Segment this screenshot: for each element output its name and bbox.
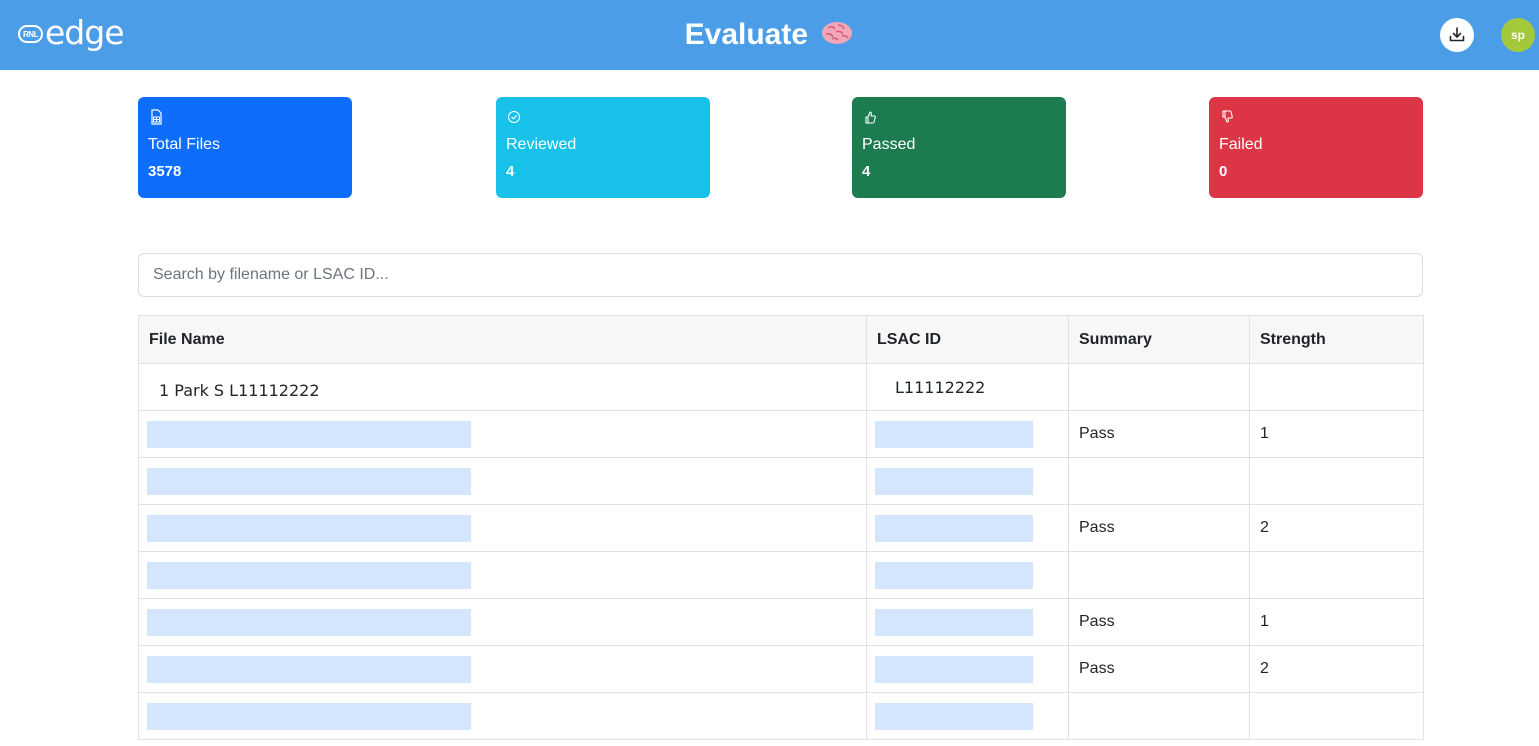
page-title-wrap: Evaluate [0,15,1539,55]
table-row[interactable]: Pass 2 [138,504,1424,552]
lsac-id-cell [866,551,1069,599]
strength-cell [1249,551,1424,599]
redacted-file-name [147,561,471,589]
stat-value: 4 [862,163,871,180]
column-header-summary[interactable]: Summary [1068,315,1250,364]
redacted-file-name [147,608,471,636]
stat-label: Passed [862,136,916,153]
lsac-id-cell [866,410,1069,458]
file-name-cell[interactable]: 1 Park S L11112222 [138,363,867,411]
strength-cell [1249,692,1424,740]
stat-card-passed: Passed 4 [852,97,1066,198]
strength-cell: 1 [1249,410,1424,458]
table-row[interactable] [138,551,1424,599]
stat-label: Reviewed [506,136,577,153]
download-button[interactable] [1440,18,1474,52]
redacted-lsac-id [875,514,1033,542]
strength-cell [1249,457,1424,505]
lsac-id-cell [866,645,1069,693]
check-circle-icon [507,110,521,124]
file-name-cell[interactable] [138,410,867,458]
page-title: Evaluate [684,18,809,51]
file-name-cell[interactable] [138,645,867,693]
stat-label: Total Files [148,136,221,153]
redacted-lsac-id [875,467,1033,495]
file-name-cell[interactable] [138,598,867,646]
file-name-cell[interactable] [138,504,867,552]
files-table: File Name LSAC ID Summary Strength 1 Par… [138,315,1424,740]
file-name-cell[interactable] [138,551,867,599]
summary-cell: Pass [1068,504,1250,552]
file-name-cell[interactable] [138,457,867,505]
file-name-cell[interactable] [138,692,867,740]
search-input[interactable] [138,253,1423,297]
stat-label: Failed [1219,136,1263,153]
stat-card-failed: Failed 0 [1209,97,1423,198]
summary-cell: Pass [1068,598,1250,646]
lsac-id-cell [866,457,1069,505]
lsac-id-cell [866,692,1069,740]
redacted-lsac-id [875,561,1033,589]
stat-card-total-files: Total Files 3578 [138,97,352,198]
summary-cell [1068,363,1250,411]
strength-cell [1249,363,1424,411]
column-header-lsac-id[interactable]: LSAC ID [866,315,1069,364]
redacted-file-name [147,420,471,448]
brain-icon [822,22,853,45]
summary-cell [1068,692,1250,740]
column-header-file-name[interactable]: File Name [138,315,867,364]
table-row[interactable]: Pass 1 [138,598,1424,646]
table-row[interactable] [138,692,1424,740]
lsac-id-cell [866,504,1069,552]
thumbs-down-icon [1222,110,1233,123]
table-row[interactable]: Pass 1 [138,410,1424,458]
table-row[interactable]: 1 Park S L11112222 L11112222 [138,363,1424,411]
top-bar: RNL edge Evaluate sp [0,0,1539,70]
redacted-lsac-id [875,655,1033,683]
column-header-strength[interactable]: Strength [1249,315,1424,364]
redacted-lsac-id [875,608,1033,636]
lsac-id-cell: L11112222 [866,363,1069,411]
strength-cell: 2 [1249,504,1424,552]
summary-cell: Pass [1068,645,1250,693]
redacted-file-name [147,655,471,683]
stat-value: 0 [1219,163,1228,180]
summary-cell [1068,551,1250,599]
thumbs-up-icon [865,111,876,124]
table-header-row: File Name LSAC ID Summary Strength [138,315,1424,364]
redacted-lsac-id [875,420,1033,448]
user-avatar[interactable]: sp [1501,18,1535,52]
stat-card-reviewed: Reviewed 4 [496,97,710,198]
strength-cell: 1 [1249,598,1424,646]
redacted-file-name [147,702,471,730]
download-icon [1449,27,1465,42]
table-row[interactable]: Pass 2 [138,645,1424,693]
table-row[interactable] [138,457,1424,505]
summary-cell [1068,457,1250,505]
file-spreadsheet-icon [151,109,162,125]
redacted-file-name [147,514,471,542]
stat-value: 3578 [148,163,182,180]
strength-cell: 2 [1249,645,1424,693]
stat-value: 4 [506,163,515,180]
lsac-id-cell [866,598,1069,646]
summary-cell: Pass [1068,410,1250,458]
redacted-file-name [147,467,471,495]
redacted-lsac-id [875,702,1033,730]
